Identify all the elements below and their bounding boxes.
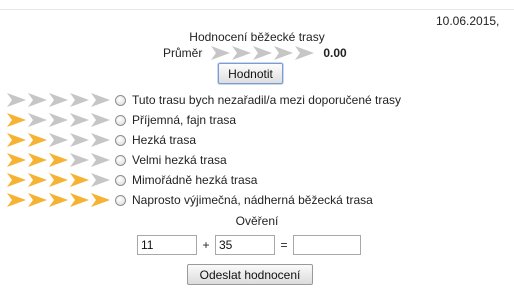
option-arrows[interactable] bbox=[6, 152, 111, 168]
arrow-filled-icon[interactable] bbox=[90, 192, 111, 208]
arrow-empty-icon[interactable] bbox=[69, 132, 90, 148]
arrow-filled-icon[interactable] bbox=[69, 172, 90, 188]
rate-button[interactable]: Hodnotit bbox=[218, 63, 283, 84]
average-arrows bbox=[210, 45, 315, 61]
arrow-filled-icon[interactable] bbox=[48, 172, 69, 188]
option-radio[interactable] bbox=[115, 114, 126, 126]
arrow-filled-icon[interactable] bbox=[27, 132, 48, 148]
arrow-empty-icon[interactable] bbox=[69, 112, 90, 128]
captcha-equals-sign: = bbox=[280, 238, 288, 252]
option-label: Mimořádně hezká trasa bbox=[132, 173, 258, 187]
top-divider bbox=[0, 9, 514, 10]
arrow-filled-icon[interactable] bbox=[6, 132, 27, 148]
arrow-empty-icon[interactable] bbox=[48, 92, 69, 108]
option-radio[interactable] bbox=[115, 94, 126, 106]
option-arrows[interactable] bbox=[6, 192, 111, 208]
rating-option[interactable]: Naprosto výjimečná, nádherná běžecká tra… bbox=[6, 190, 401, 210]
arrow-filled-icon[interactable] bbox=[6, 112, 27, 128]
arrow-filled-icon[interactable] bbox=[27, 152, 48, 168]
option-label: Tuto trasu bych nezařadil/a mezi doporuč… bbox=[132, 93, 402, 107]
arrow-empty-icon[interactable] bbox=[90, 152, 111, 168]
option-radio[interactable] bbox=[115, 154, 126, 166]
rating-option[interactable]: Příjemná, fajn trasa bbox=[6, 110, 401, 130]
rating-options: Tuto trasu bych nezařadil/a mezi doporuč… bbox=[6, 90, 401, 210]
verification-title: Ověření bbox=[235, 214, 279, 228]
option-radio[interactable] bbox=[115, 174, 126, 186]
arrow-filled-icon[interactable] bbox=[6, 192, 27, 208]
arrow-empty-icon[interactable] bbox=[90, 92, 111, 108]
arrow-filled-icon[interactable] bbox=[6, 152, 27, 168]
arrow-empty-icon[interactable] bbox=[27, 92, 48, 108]
rating-title: Hodnocení běžecké trasy bbox=[189, 30, 325, 44]
average-label: Průměr bbox=[163, 46, 203, 60]
average-value: 0.00 bbox=[323, 46, 347, 60]
arrow-empty-icon[interactable] bbox=[90, 172, 111, 188]
arrow-empty-icon[interactable] bbox=[69, 92, 90, 108]
option-arrows[interactable] bbox=[6, 92, 111, 108]
arrow-empty-icon[interactable] bbox=[90, 112, 111, 128]
arrow-empty-icon[interactable] bbox=[48, 112, 69, 128]
arrow-empty-icon[interactable] bbox=[231, 45, 252, 61]
arrow-empty-icon[interactable] bbox=[294, 45, 315, 61]
option-arrows[interactable] bbox=[6, 132, 111, 148]
option-arrows[interactable] bbox=[6, 112, 111, 128]
arrow-filled-icon[interactable] bbox=[6, 172, 27, 188]
arrow-empty-icon[interactable] bbox=[252, 45, 273, 61]
arrow-empty-icon[interactable] bbox=[210, 45, 231, 61]
captcha-answer-field[interactable] bbox=[293, 235, 361, 255]
arrow-empty-icon[interactable] bbox=[273, 45, 294, 61]
option-label: Velmi hezká trasa bbox=[132, 153, 227, 167]
arrow-empty-icon[interactable] bbox=[27, 112, 48, 128]
option-radio[interactable] bbox=[115, 134, 126, 146]
arrow-empty-icon[interactable] bbox=[6, 92, 27, 108]
captcha-operand-b-field[interactable] bbox=[215, 235, 275, 255]
captcha-row: + = bbox=[137, 235, 361, 255]
option-radio[interactable] bbox=[115, 194, 126, 206]
arrow-filled-icon[interactable] bbox=[27, 192, 48, 208]
arrow-empty-icon[interactable] bbox=[48, 132, 69, 148]
arrow-filled-icon[interactable] bbox=[27, 172, 48, 188]
arrow-filled-icon[interactable] bbox=[48, 192, 69, 208]
submit-rating-button[interactable]: Odeslat hodnocení bbox=[187, 264, 313, 285]
option-arrows[interactable] bbox=[6, 172, 111, 188]
average-row: Průměr 0.00 bbox=[163, 44, 347, 62]
arrow-filled-icon[interactable] bbox=[48, 152, 69, 168]
arrow-empty-icon[interactable] bbox=[69, 152, 90, 168]
option-label: Naprosto výjimečná, nádherná běžecká tra… bbox=[132, 193, 373, 207]
rating-option[interactable]: Tuto trasu bych nezařadil/a mezi doporuč… bbox=[6, 90, 401, 110]
option-label: Příjemná, fajn trasa bbox=[132, 113, 237, 127]
arrow-filled-icon[interactable] bbox=[69, 192, 90, 208]
rating-option[interactable]: Mimořádně hezká trasa bbox=[6, 170, 401, 190]
captcha-plus-sign: + bbox=[202, 238, 210, 252]
captcha-operand-a-field[interactable] bbox=[137, 235, 197, 255]
arrow-empty-icon[interactable] bbox=[90, 132, 111, 148]
rating-option[interactable]: Velmi hezká trasa bbox=[6, 150, 401, 170]
date-text: 10.06.2015, bbox=[436, 14, 500, 28]
rating-option[interactable]: Hezká trasa bbox=[6, 130, 401, 150]
option-label: Hezká trasa bbox=[132, 133, 197, 147]
